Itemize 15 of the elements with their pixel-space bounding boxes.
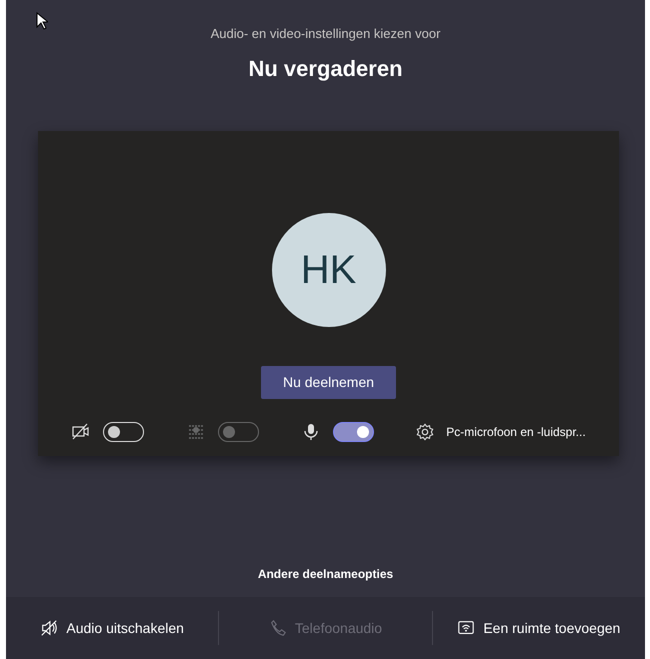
device-settings-link[interactable]: Pc-microfoon en -luidspr...: [446, 422, 586, 440]
subtitle: Audio- en video-instellingen kiezen voor: [210, 25, 442, 43]
phone-icon: [268, 619, 287, 637]
screen-cast-icon: [457, 619, 476, 637]
meeting-title: Nu vergaderen: [247, 54, 404, 83]
camera-off-icon: [71, 422, 92, 442]
join-button[interactable]: Nu deelnemen: [260, 366, 396, 398]
mouse-pointer-icon: [36, 12, 48, 30]
toggle-switch[interactable]: [333, 422, 374, 442]
join-option-button[interactable]: Een ruimte toevoegen: [432, 616, 645, 640]
join-option-button[interactable]: Audio uitschakelen: [6, 616, 218, 640]
settings-icon[interactable]: [416, 422, 434, 440]
section-heading: Andere deelnameopties: [256, 566, 394, 583]
avatar: HK: [272, 212, 386, 326]
speaker-off-icon: [40, 619, 58, 637]
